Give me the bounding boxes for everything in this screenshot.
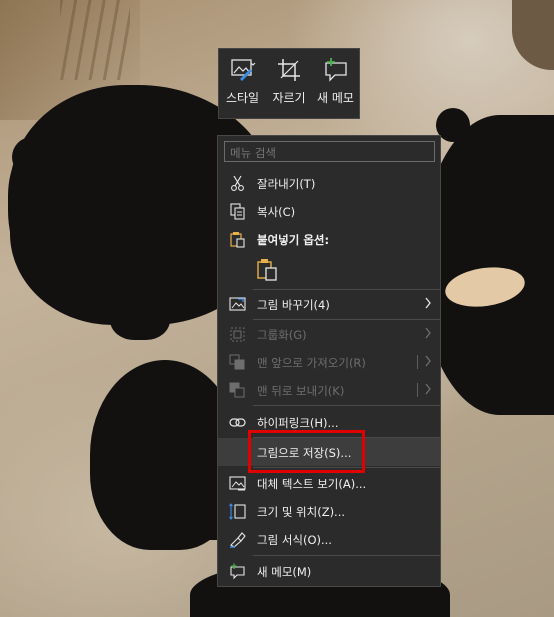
menu-search-input[interactable] xyxy=(224,141,435,162)
bear-leg-left xyxy=(110,290,170,340)
menu-item-label: 맨 뒤로 보내기(K) xyxy=(257,384,345,398)
crop-button[interactable]: 자르기 xyxy=(266,49,312,118)
crop-icon xyxy=(278,59,300,81)
format-picture-icon xyxy=(230,532,246,548)
alt-text-icon xyxy=(229,476,246,491)
menu-divider xyxy=(253,555,440,556)
photo-rock xyxy=(512,0,554,70)
menu-item-label: 크기 및 위치(Z)... xyxy=(257,505,346,519)
paste-icon xyxy=(230,232,245,248)
new-note-button[interactable]: 새 메모 xyxy=(312,49,359,118)
menu-item-label: 그룹화(G) xyxy=(257,328,307,342)
menu-item-label: 맨 앞으로 가져오기(R) xyxy=(257,356,366,370)
menu-item-label: 대체 텍스트 보기(A)... xyxy=(257,477,367,491)
menu-item-alt-text[interactable]: 대체 텍스트 보기(A)... xyxy=(218,469,440,497)
menu-item-label: 복사(C) xyxy=(257,205,296,219)
menu-item-label: 하이퍼링크(H)... xyxy=(257,416,339,430)
new-note-label: 새 메모 xyxy=(317,91,354,105)
highlight-annotation-box xyxy=(248,430,365,473)
bear-ear-right xyxy=(436,108,470,142)
menu-item-group: 그룹화(G) xyxy=(218,320,440,348)
copy-icon xyxy=(230,203,245,220)
chevron-right-icon xyxy=(425,355,431,367)
new-note-icon xyxy=(324,58,347,82)
menu-item-label: 그림 서식(O)... xyxy=(257,533,332,547)
menu-item-label: 새 메모(M) xyxy=(257,565,312,579)
new-note-icon xyxy=(230,563,245,580)
menu-item-paste-options: 붙여넣기 옵션: xyxy=(218,225,440,253)
chevron-right-icon xyxy=(425,327,431,339)
photo-stain-streaks xyxy=(60,0,130,80)
mini-toolbar: 스타일 자르기 새 메모 xyxy=(218,48,360,119)
menu-item-label: 그림 바꾸기(4) xyxy=(257,298,330,312)
menu-item-format-picture[interactable]: 그림 서식(O)... xyxy=(218,525,440,553)
picture-style-icon xyxy=(230,59,255,81)
bring-to-front-icon xyxy=(229,354,245,370)
menu-item-copy[interactable]: 복사(C) xyxy=(218,197,440,225)
context-menu: 잘라내기(T) 복사(C) 붙여넣기 옵션: 그림 바꾸기(4) xyxy=(217,135,441,587)
menu-item-size-position[interactable]: 크기 및 위치(Z)... xyxy=(218,497,440,525)
menu-item-cut[interactable]: 잘라내기(T) xyxy=(218,169,440,197)
send-to-back-icon xyxy=(229,382,245,398)
menu-item-send-to-back: 맨 뒤로 보내기(K) xyxy=(218,376,440,404)
group-icon xyxy=(230,327,245,342)
size-position-icon xyxy=(229,503,246,520)
menu-item-new-note[interactable]: 새 메모(M) xyxy=(218,557,440,585)
paste-picture-option-icon[interactable] xyxy=(256,258,278,282)
scissors-icon xyxy=(231,175,244,191)
split-divider xyxy=(417,355,418,369)
bear-ear-left xyxy=(12,137,52,177)
split-divider xyxy=(417,383,418,397)
change-picture-icon xyxy=(229,297,246,311)
crop-label: 자르기 xyxy=(272,91,306,105)
chevron-right-icon xyxy=(425,383,431,395)
menu-item-bring-to-front: 맨 앞으로 가져오기(R) xyxy=(218,348,440,376)
style-label: 스타일 xyxy=(225,91,260,105)
menu-item-label: 잘라내기(T) xyxy=(257,177,316,191)
menu-item-change-picture[interactable]: 그림 바꾸기(4) xyxy=(218,290,440,318)
link-icon xyxy=(229,418,246,427)
chevron-right-icon xyxy=(425,297,431,309)
style-button[interactable]: 스타일 xyxy=(219,49,266,118)
menu-item-label: 붙여넣기 옵션: xyxy=(257,233,330,247)
menu-divider xyxy=(253,405,440,406)
